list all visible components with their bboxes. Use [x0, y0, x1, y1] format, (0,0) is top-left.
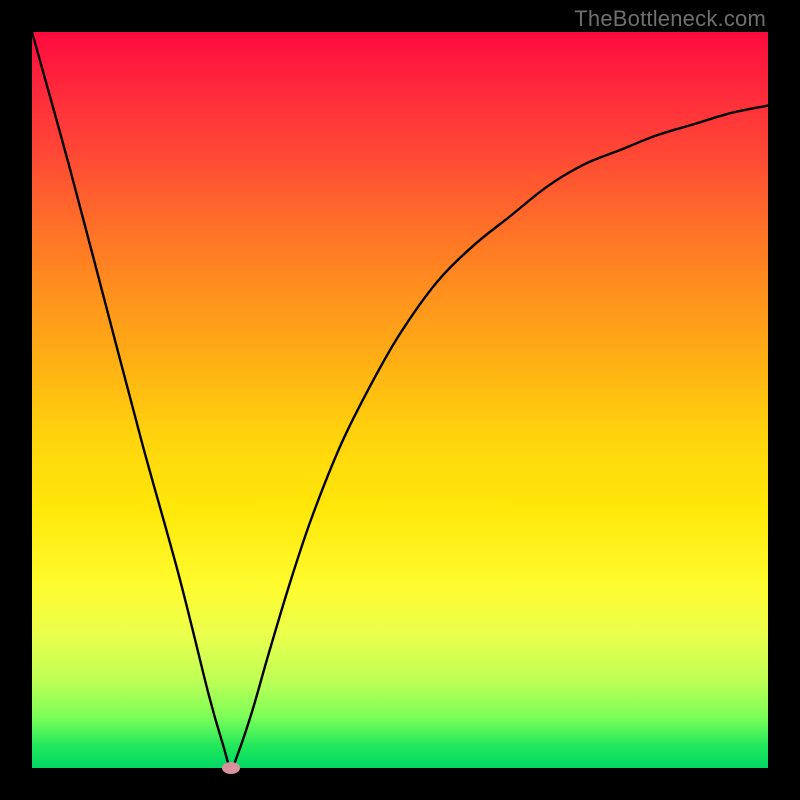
plot-area — [32, 32, 768, 768]
bottleneck-curve — [32, 32, 768, 768]
watermark-text: TheBottleneck.com — [574, 6, 766, 32]
optimum-marker — [222, 762, 240, 774]
chart-frame: TheBottleneck.com — [0, 0, 800, 800]
